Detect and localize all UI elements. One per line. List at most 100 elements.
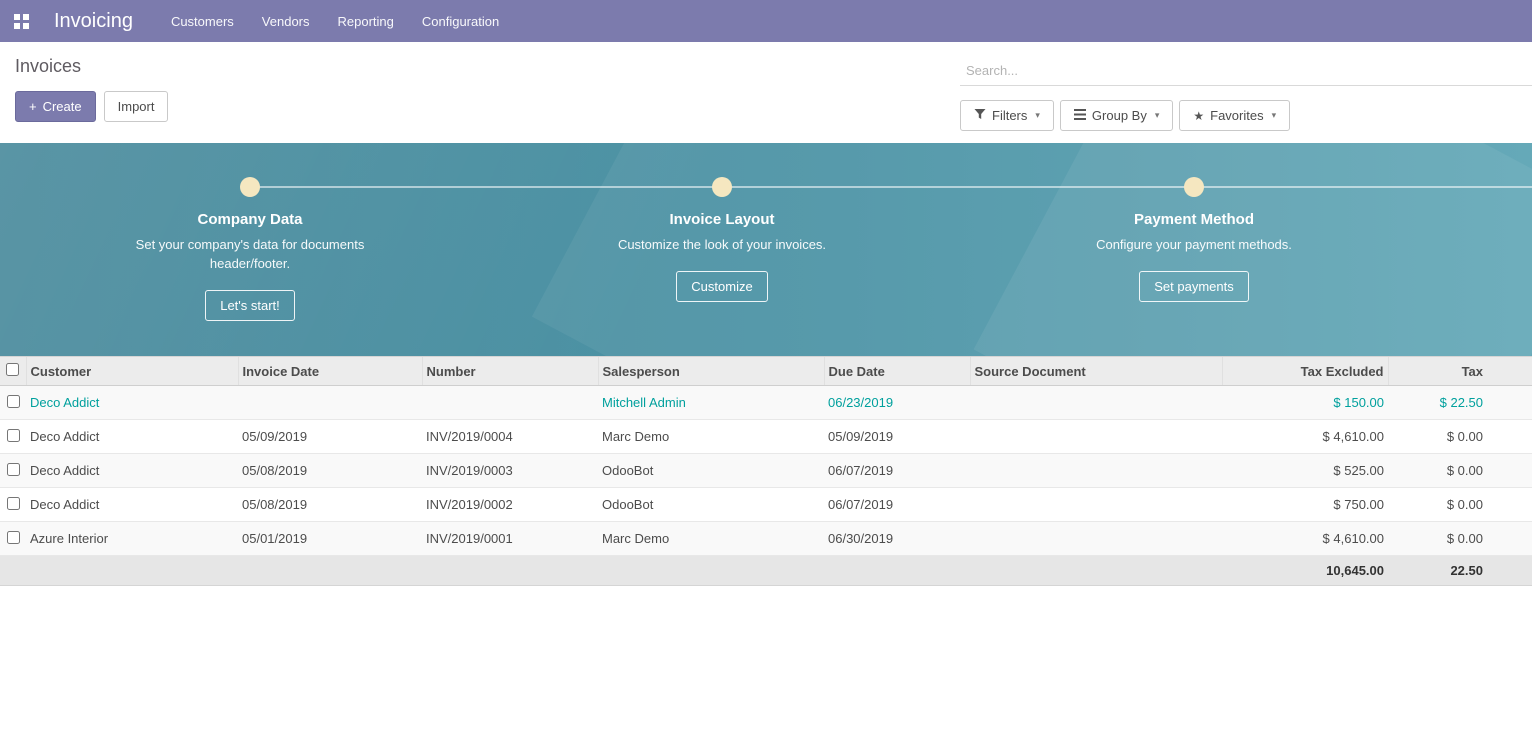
cell-tax-excluded: $ 525.00 xyxy=(1222,454,1388,488)
cell-number: INV/2019/0004 xyxy=(422,420,598,454)
row-checkbox[interactable] xyxy=(7,429,20,442)
table-row[interactable]: Azure Interior 05/01/2019 INV/2019/0001 … xyxy=(0,522,1532,556)
column-header-source-document[interactable]: Source Document xyxy=(970,357,1222,386)
cell-invoice-date: 05/09/2019 xyxy=(238,420,422,454)
cell-number: INV/2019/0001 xyxy=(422,522,598,556)
step-dot xyxy=(240,177,260,197)
cell-number: INV/2019/0002 xyxy=(422,488,598,522)
filter-funnel-icon xyxy=(974,108,986,123)
cell-salesperson: Marc Demo xyxy=(598,522,824,556)
cell-tax: $ 0.00 xyxy=(1388,522,1532,556)
column-header-invoice-date[interactable]: Invoice Date xyxy=(238,357,422,386)
cell-due-date: 06/07/2019 xyxy=(824,488,970,522)
total-tax-excluded: 10,645.00 xyxy=(1222,556,1388,586)
cell-source-document xyxy=(970,454,1222,488)
cell-salesperson: Mitchell Admin xyxy=(598,386,824,420)
cell-number xyxy=(422,386,598,420)
table-totals-row: 10,645.00 22.50 xyxy=(0,556,1532,586)
step-title: Payment Method xyxy=(958,211,1430,228)
chevron-down-icon: ▾ xyxy=(1155,110,1160,121)
step-title: Company Data xyxy=(14,211,486,228)
create-button[interactable]: + Create xyxy=(15,91,96,122)
cell-tax: $ 0.00 xyxy=(1388,454,1532,488)
customize-button[interactable]: Customize xyxy=(676,271,767,302)
row-checkbox[interactable] xyxy=(7,463,20,476)
cell-due-date: 06/07/2019 xyxy=(824,454,970,488)
cell-invoice-date: 05/01/2019 xyxy=(238,522,422,556)
cell-source-document xyxy=(970,488,1222,522)
row-checkbox[interactable] xyxy=(7,395,20,408)
cell-invoice-date: 05/08/2019 xyxy=(238,454,422,488)
control-panel: Invoices + Create Import Filters ▾ xyxy=(0,42,1532,141)
table-row[interactable]: Deco Addict Mitchell Admin 06/23/2019 $ … xyxy=(0,386,1532,420)
menu-vendors[interactable]: Vendors xyxy=(250,2,322,41)
column-header-tax[interactable]: Tax xyxy=(1388,357,1532,386)
cell-customer: Deco Addict xyxy=(26,488,238,522)
column-header-number[interactable]: Number xyxy=(422,357,598,386)
cell-source-document xyxy=(970,522,1222,556)
cell-tax-excluded: $ 150.00 xyxy=(1222,386,1388,420)
menu-configuration[interactable]: Configuration xyxy=(410,2,511,41)
cell-salesperson: OdooBot xyxy=(598,488,824,522)
step-title: Invoice Layout xyxy=(486,211,958,228)
cell-tax-excluded: $ 750.00 xyxy=(1222,488,1388,522)
step-description: Set your company's data for documents he… xyxy=(131,235,369,273)
cell-salesperson: Marc Demo xyxy=(598,420,824,454)
group-by-list-icon xyxy=(1074,108,1086,123)
onboarding-step-company-data: Company Data Set your company's data for… xyxy=(14,143,486,321)
column-header-customer[interactable]: Customer xyxy=(26,357,238,386)
cell-due-date: 06/30/2019 xyxy=(824,522,970,556)
app-title[interactable]: Invoicing xyxy=(54,10,133,33)
table-row[interactable]: Deco Addict 05/09/2019 INV/2019/0004 Mar… xyxy=(0,420,1532,454)
cell-source-document xyxy=(970,386,1222,420)
step-description: Configure your payment methods. xyxy=(1075,235,1313,254)
select-all-checkbox[interactable] xyxy=(6,363,19,376)
cell-invoice-date xyxy=(238,386,422,420)
cell-tax: $ 22.50 xyxy=(1388,386,1532,420)
main-menu: Customers Vendors Reporting Configuratio… xyxy=(159,2,511,41)
group-by-button[interactable]: Group By ▾ xyxy=(1060,100,1173,131)
favorites-button[interactable]: ★ Favorites ▾ xyxy=(1179,100,1290,131)
table-row[interactable]: Deco Addict 05/08/2019 INV/2019/0002 Odo… xyxy=(0,488,1532,522)
import-button[interactable]: Import xyxy=(104,91,169,122)
menu-reporting[interactable]: Reporting xyxy=(326,2,406,41)
row-checkbox[interactable] xyxy=(7,497,20,510)
step-description: Customize the look of your invoices. xyxy=(603,235,841,254)
cell-tax: $ 0.00 xyxy=(1388,420,1532,454)
chevron-down-icon: ▾ xyxy=(1035,110,1040,121)
menu-customers[interactable]: Customers xyxy=(159,2,246,41)
cell-number: INV/2019/0003 xyxy=(422,454,598,488)
cell-customer: Azure Interior xyxy=(26,522,238,556)
cell-tax: $ 0.00 xyxy=(1388,488,1532,522)
plus-icon: + xyxy=(29,99,37,114)
filters-button[interactable]: Filters ▾ xyxy=(960,100,1054,131)
invoice-table: Customer Invoice Date Number Salesperson… xyxy=(0,356,1532,586)
table-header-row: Customer Invoice Date Number Salesperson… xyxy=(0,357,1532,386)
onboarding-banner: Company Data Set your company's data for… xyxy=(0,143,1532,356)
set-payments-button[interactable]: Set payments xyxy=(1139,271,1249,302)
column-header-salesperson[interactable]: Salesperson xyxy=(598,357,824,386)
onboarding-step-invoice-layout: Invoice Layout Customize the look of you… xyxy=(486,143,958,321)
apps-grid-icon[interactable] xyxy=(14,7,42,35)
cell-due-date: 06/23/2019 xyxy=(824,386,970,420)
step-dot xyxy=(712,177,732,197)
column-header-tax-excluded[interactable]: Tax Excluded xyxy=(1222,357,1388,386)
cell-customer: Deco Addict xyxy=(26,454,238,488)
search-input[interactable] xyxy=(960,56,1532,86)
column-header-due-date[interactable]: Due Date xyxy=(824,357,970,386)
step-dot xyxy=(1184,177,1204,197)
cell-customer: Deco Addict xyxy=(26,386,238,420)
cell-tax-excluded: $ 4,610.00 xyxy=(1222,522,1388,556)
breadcrumb: Invoices xyxy=(15,56,168,77)
cell-salesperson: OdooBot xyxy=(598,454,824,488)
cell-customer: Deco Addict xyxy=(26,420,238,454)
star-icon: ★ xyxy=(1193,109,1204,123)
chevron-down-icon: ▾ xyxy=(1272,110,1277,121)
table-row[interactable]: Deco Addict 05/08/2019 INV/2019/0003 Odo… xyxy=(0,454,1532,488)
row-checkbox[interactable] xyxy=(7,531,20,544)
cell-due-date: 05/09/2019 xyxy=(824,420,970,454)
onboarding-step-payment-method: Payment Method Configure your payment me… xyxy=(958,143,1430,321)
cell-invoice-date: 05/08/2019 xyxy=(238,488,422,522)
lets-start-button[interactable]: Let's start! xyxy=(205,290,295,321)
cell-source-document xyxy=(970,420,1222,454)
